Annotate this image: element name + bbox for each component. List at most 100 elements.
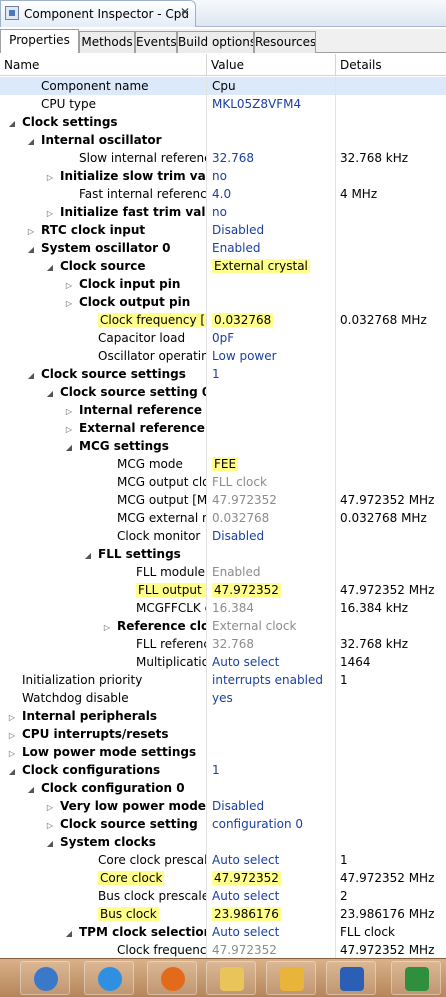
property-value[interactable]: 47.972352 bbox=[207, 581, 336, 599]
property-row[interactable]: Slow internal reference clock [kHz] 32.76… bbox=[0, 149, 446, 167]
property-row[interactable]: ▷ Clock input pin bbox=[0, 275, 446, 293]
column-header-name[interactable]: Name bbox=[0, 54, 207, 76]
property-row[interactable]: ▷ Internal peripherals bbox=[0, 707, 446, 725]
property-row[interactable]: ▷ RTC clock input Disabled bbox=[0, 221, 446, 239]
property-value[interactable]: 32.768 bbox=[207, 149, 336, 167]
property-row[interactable]: ▷ Clock source setting configuration 0 bbox=[0, 815, 446, 833]
collapsed-triangle-icon[interactable]: ▷ bbox=[6, 745, 18, 761]
property-row[interactable]: Watchdog disable yes bbox=[0, 689, 446, 707]
close-icon[interactable]: ✕ bbox=[180, 5, 190, 19]
property-value[interactable]: no bbox=[207, 203, 336, 221]
property-value[interactable]: Auto select bbox=[207, 653, 336, 671]
property-row[interactable]: ◢ Clock configurations 1 bbox=[0, 761, 446, 779]
expanded-triangle-icon[interactable]: ◢ bbox=[44, 835, 56, 851]
property-value[interactable]: MKL05Z8VFM4 bbox=[207, 95, 336, 113]
column-header-details[interactable]: Details bbox=[336, 54, 446, 76]
property-value[interactable]: Cpu bbox=[207, 77, 336, 95]
property-value[interactable]: Disabled bbox=[207, 797, 336, 815]
property-value[interactable]: 0.032768 bbox=[207, 311, 336, 329]
property-value[interactable]: 16.384 bbox=[207, 599, 336, 617]
property-row[interactable]: Fast internal reference clock [MHz] 4.0 4 … bbox=[0, 185, 446, 203]
property-row[interactable]: ▷ Low power mode settings bbox=[0, 743, 446, 761]
property-value[interactable]: FEE bbox=[207, 455, 336, 473]
property-row[interactable]: ▷ Very low power mode Disabled bbox=[0, 797, 446, 815]
property-value[interactable]: Disabled bbox=[207, 221, 336, 239]
property-row[interactable]: ◢ TPM clock selection Auto select FLL clock bbox=[0, 923, 446, 941]
expanded-triangle-icon[interactable]: ◢ bbox=[82, 547, 94, 563]
expanded-triangle-icon[interactable]: ◢ bbox=[44, 385, 56, 401]
property-row[interactable]: MCG output clock FLL clock bbox=[0, 473, 446, 491]
column-header-value[interactable]: Value bbox=[207, 54, 336, 76]
collapsed-triangle-icon[interactable]: ▷ bbox=[44, 169, 56, 185]
start-orb-taskbar-button[interactable] bbox=[20, 961, 70, 995]
firefox-taskbar-button[interactable] bbox=[147, 961, 197, 995]
property-row[interactable]: ◢ System clocks bbox=[0, 833, 446, 851]
property-row[interactable]: Bus clock 23.986176 23.986176 MHz bbox=[0, 905, 446, 923]
outlook-taskbar-button[interactable] bbox=[266, 961, 316, 995]
file-explorer-taskbar-button[interactable] bbox=[206, 961, 256, 995]
collapsed-triangle-icon[interactable]: ▷ bbox=[63, 403, 75, 419]
property-value[interactable]: 32.768 bbox=[207, 635, 336, 653]
property-row[interactable]: ◢ Clock source setting 0 bbox=[0, 383, 446, 401]
property-row[interactable]: ◢ Clock source External crystal bbox=[0, 257, 446, 275]
property-value[interactable]: 1 bbox=[207, 761, 336, 779]
tab-properties[interactable]: Properties bbox=[0, 29, 79, 53]
collapsed-triangle-icon[interactable]: ▷ bbox=[101, 619, 113, 635]
property-row[interactable]: ◢ Internal oscillator bbox=[0, 131, 446, 149]
tab-events[interactable]: Events bbox=[135, 31, 177, 53]
property-row[interactable]: ▷ Internal reference clock bbox=[0, 401, 446, 419]
collapsed-triangle-icon[interactable]: ▷ bbox=[25, 223, 37, 239]
property-row[interactable]: MCG mode FEE bbox=[0, 455, 446, 473]
property-row[interactable]: ▷ Initialize fast trim value no bbox=[0, 203, 446, 221]
property-row[interactable]: Multiplication factor Auto select 1464 bbox=[0, 653, 446, 671]
property-row[interactable]: ▷ CPU interrupts/resets bbox=[0, 725, 446, 743]
property-row[interactable]: FLL module Enabled bbox=[0, 563, 446, 581]
property-value[interactable]: 47.972352 bbox=[207, 941, 336, 959]
property-row[interactable]: ◢ FLL settings bbox=[0, 545, 446, 563]
property-row[interactable]: Oscillator operating mode Low power bbox=[0, 347, 446, 365]
property-row[interactable]: ▷ Reference clock source External clock bbox=[0, 617, 446, 635]
property-row[interactable]: ◢ System oscillator 0 Enabled bbox=[0, 239, 446, 257]
property-value[interactable]: External clock bbox=[207, 617, 336, 635]
property-row[interactable]: CPU type MKL05Z8VFM4 bbox=[0, 95, 446, 113]
expanded-triangle-icon[interactable]: ◢ bbox=[6, 763, 18, 779]
property-row[interactable]: Component name Cpu bbox=[0, 77, 446, 95]
property-value[interactable]: External crystal bbox=[207, 257, 336, 275]
property-value[interactable]: configuration 0 bbox=[207, 815, 336, 833]
property-value[interactable]: no bbox=[207, 167, 336, 185]
property-value[interactable]: 0.032768 bbox=[207, 509, 336, 527]
tab-build-options[interactable]: Build options bbox=[177, 31, 254, 53]
property-row[interactable]: ◢ Clock source settings 1 bbox=[0, 365, 446, 383]
expanded-triangle-icon[interactable]: ◢ bbox=[25, 241, 37, 257]
property-value[interactable]: 47.972352 bbox=[207, 869, 336, 887]
expanded-triangle-icon[interactable]: ◢ bbox=[63, 439, 75, 455]
property-row[interactable]: ◢ Clock configuration 0 bbox=[0, 779, 446, 797]
property-value[interactable]: Auto select bbox=[207, 887, 336, 905]
property-row[interactable]: ◢ MCG settings bbox=[0, 437, 446, 455]
tab-methods[interactable]: Methods bbox=[79, 31, 135, 53]
collapsed-triangle-icon[interactable]: ▷ bbox=[6, 709, 18, 725]
expanded-triangle-icon[interactable]: ◢ bbox=[25, 133, 37, 149]
property-row[interactable]: ▷ External reference clock bbox=[0, 419, 446, 437]
property-row[interactable]: ◢ Clock settings bbox=[0, 113, 446, 131]
expanded-triangle-icon[interactable]: ◢ bbox=[6, 115, 18, 131]
property-value[interactable]: Enabled bbox=[207, 563, 336, 581]
collapsed-triangle-icon[interactable]: ▷ bbox=[63, 421, 75, 437]
property-row[interactable]: ▷ Clock output pin bbox=[0, 293, 446, 311]
expanded-triangle-icon[interactable]: ◢ bbox=[44, 259, 56, 275]
collapsed-triangle-icon[interactable]: ▷ bbox=[63, 277, 75, 293]
property-row[interactable]: Bus clock prescaler Auto select 2 bbox=[0, 887, 446, 905]
property-value[interactable]: yes bbox=[207, 689, 336, 707]
internet-explorer-taskbar-button[interactable] bbox=[84, 961, 134, 995]
collapsed-triangle-icon[interactable]: ▷ bbox=[44, 817, 56, 833]
property-row[interactable]: FLL output [MHz] 47.972352 47.972352 MHz bbox=[0, 581, 446, 599]
property-row[interactable]: Initialization priority interrupts enable… bbox=[0, 671, 446, 689]
tab-resources[interactable]: Resources bbox=[254, 31, 316, 53]
property-value[interactable]: interrupts enabled bbox=[207, 671, 336, 689]
property-row[interactable]: Core clock prescaler Auto select 1 bbox=[0, 851, 446, 869]
collapsed-triangle-icon[interactable]: ▷ bbox=[63, 295, 75, 311]
property-value[interactable]: Low power bbox=[207, 347, 336, 365]
property-value[interactable]: 1 bbox=[207, 365, 336, 383]
property-value[interactable]: 47.972352 bbox=[207, 491, 336, 509]
property-row[interactable]: Clock frequency [MHz] 0.032768 0.032768 MH… bbox=[0, 311, 446, 329]
